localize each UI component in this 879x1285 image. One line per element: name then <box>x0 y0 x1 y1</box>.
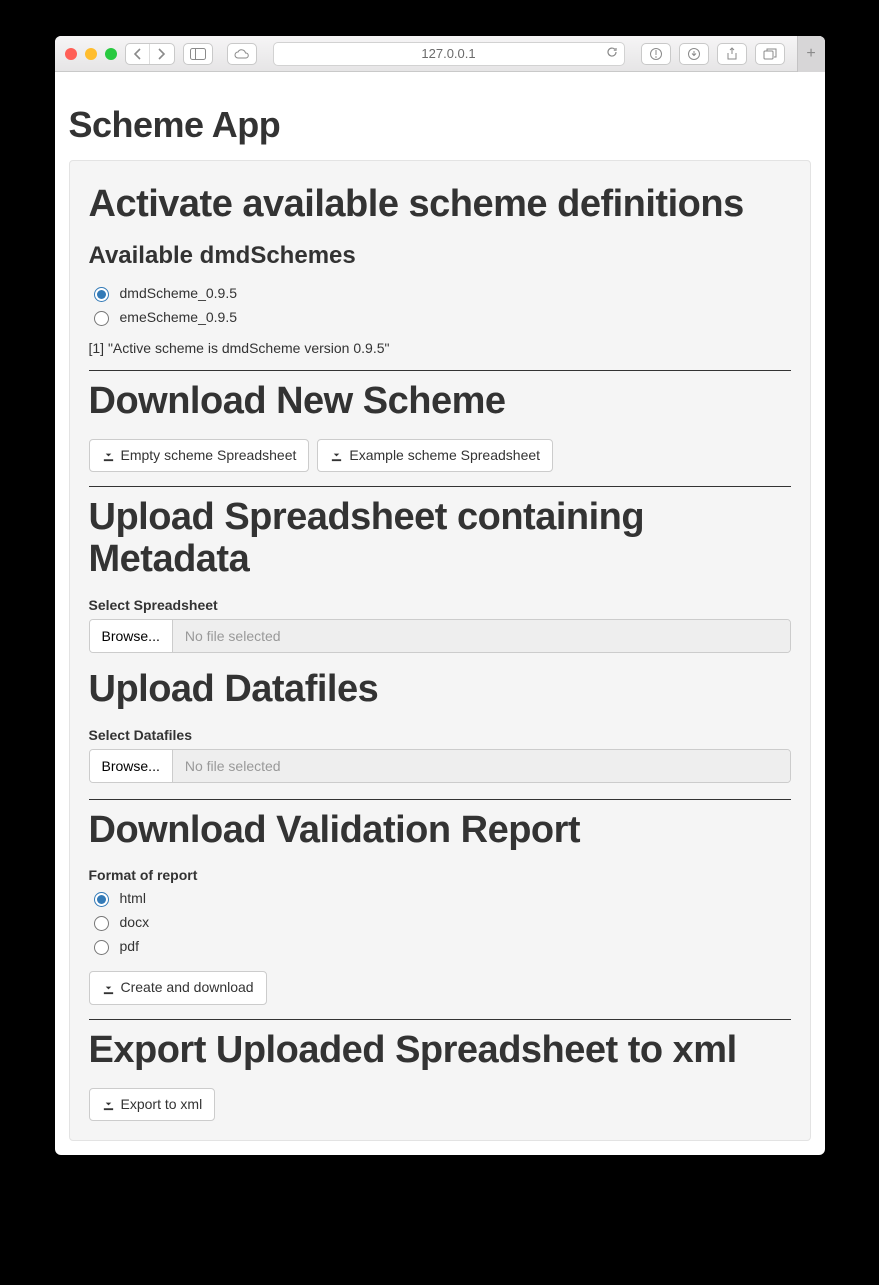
format-radio-label: pdf <box>120 938 139 954</box>
section-divider <box>89 370 791 371</box>
browser-window: 127.0.0.1 + Scheme App Activate av <box>55 36 825 1155</box>
section-divider <box>89 486 791 487</box>
format-option-row: pdf <box>89 937 791 955</box>
export-heading: Export Uploaded Spreadsheet to xml <box>89 1030 791 1072</box>
export-xml-button[interactable]: Export to xml <box>89 1088 216 1122</box>
scheme-radio-dmd[interactable] <box>94 287 109 302</box>
new-tab-button[interactable]: + <box>797 36 825 72</box>
button-label: Create and download <box>121 978 254 998</box>
format-radio-html[interactable] <box>94 892 109 907</box>
share-button[interactable] <box>717 43 747 65</box>
scheme-option-row: dmdScheme_0.9.5 <box>89 284 791 302</box>
datafiles-file-placeholder: No file selected <box>173 750 790 782</box>
nav-buttons <box>125 43 175 65</box>
format-radio-label: docx <box>120 914 150 930</box>
spreadsheet-file-picker: Browse... No file selected <box>89 619 791 653</box>
downloads-button[interactable] <box>679 43 709 65</box>
back-button[interactable] <box>126 48 150 60</box>
minimize-window-button[interactable] <box>85 48 97 60</box>
privacy-report-button[interactable] <box>641 43 671 65</box>
scheme-radio-label: emeScheme_0.9.5 <box>120 309 238 325</box>
upload-spreadsheet-heading: Upload Spreadsheet containing Metadata <box>89 497 791 581</box>
create-download-button[interactable]: Create and download <box>89 971 267 1005</box>
download-icon <box>102 449 115 462</box>
browser-toolbar: 127.0.0.1 + <box>55 36 825 72</box>
select-spreadsheet-label: Select Spreadsheet <box>89 597 791 613</box>
spreadsheet-browse-button[interactable]: Browse... <box>90 620 173 652</box>
format-radio-docx[interactable] <box>94 916 109 931</box>
forward-button[interactable] <box>150 48 174 60</box>
download-icon <box>330 449 343 462</box>
close-window-button[interactable] <box>65 48 77 60</box>
sidebar-icon <box>190 48 206 60</box>
tabs-button[interactable] <box>755 43 785 65</box>
button-label: Export to xml <box>121 1095 203 1115</box>
available-schemes-heading: Available dmdSchemes <box>89 242 791 270</box>
scheme-radio-label: dmdScheme_0.9.5 <box>120 285 238 301</box>
maximize-window-button[interactable] <box>105 48 117 60</box>
chevron-left-icon <box>133 48 142 60</box>
traffic-lights <box>65 48 117 60</box>
validation-heading: Download Validation Report <box>89 810 791 852</box>
scheme-option-row: emeScheme_0.9.5 <box>89 308 791 326</box>
format-option-row: html <box>89 889 791 907</box>
sidebar-toggle-button[interactable] <box>183 43 213 65</box>
url-text: 127.0.0.1 <box>421 46 475 61</box>
button-label: Example scheme Spreadsheet <box>349 446 540 466</box>
datafiles-browse-button[interactable]: Browse... <box>90 750 173 782</box>
section-divider <box>89 799 791 800</box>
chevron-right-icon <box>157 48 166 60</box>
format-radio-label: html <box>120 890 146 906</box>
upload-datafiles-heading: Upload Datafiles <box>89 669 791 711</box>
format-radio-pdf[interactable] <box>94 940 109 955</box>
cloud-button[interactable] <box>227 43 257 65</box>
format-label: Format of report <box>89 867 791 883</box>
datafiles-file-picker: Browse... No file selected <box>89 749 791 783</box>
activate-heading: Activate available scheme definitions <box>89 184 791 226</box>
button-label: Empty scheme Spreadsheet <box>121 446 297 466</box>
spreadsheet-file-placeholder: No file selected <box>173 620 790 652</box>
empty-scheme-button[interactable]: Empty scheme Spreadsheet <box>89 439 310 473</box>
scheme-radio-eme[interactable] <box>94 311 109 326</box>
cloud-icon <box>233 48 251 60</box>
section-divider <box>89 1019 791 1020</box>
format-option-row: docx <box>89 913 791 931</box>
download-icon <box>102 1098 115 1111</box>
select-datafiles-label: Select Datafiles <box>89 727 791 743</box>
shield-icon <box>649 47 663 61</box>
tabs-icon <box>763 48 777 60</box>
share-icon <box>726 47 738 61</box>
refresh-icon[interactable] <box>606 46 618 61</box>
download-icon <box>102 982 115 995</box>
download-circle-icon <box>687 47 701 61</box>
example-scheme-button[interactable]: Example scheme Spreadsheet <box>317 439 553 473</box>
download-scheme-heading: Download New Scheme <box>89 381 791 423</box>
page-content: Scheme App Activate available scheme def… <box>55 72 825 1155</box>
main-panel: Activate available scheme definitions Av… <box>69 160 811 1141</box>
app-title: Scheme App <box>69 104 811 146</box>
url-bar[interactable]: 127.0.0.1 <box>273 42 625 66</box>
active-scheme-status: [1] "Active scheme is dmdScheme version … <box>89 340 791 356</box>
